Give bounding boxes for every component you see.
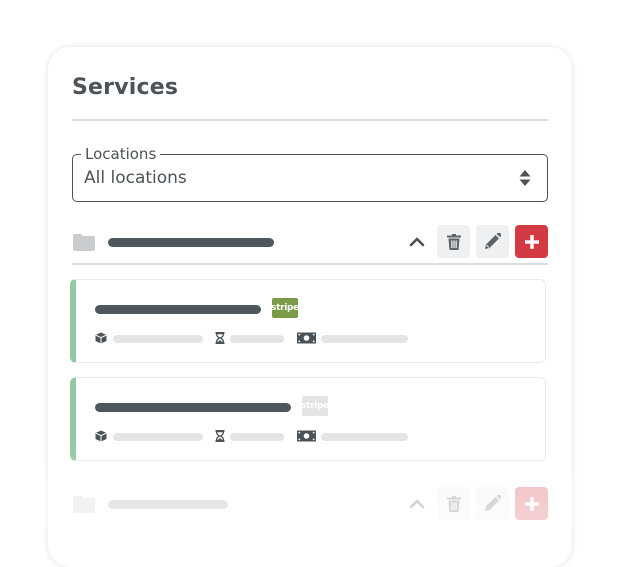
service-card[interactable]: stripe bbox=[70, 279, 546, 363]
service-name-placeholder bbox=[95, 305, 261, 314]
group-name-placeholder bbox=[108, 238, 274, 247]
duration-placeholder bbox=[230, 433, 284, 441]
stripe-badge: stripe bbox=[271, 298, 299, 318]
trash-icon bbox=[446, 495, 461, 512]
edit-group-button[interactable] bbox=[476, 487, 509, 520]
locations-value: All locations bbox=[84, 168, 187, 188]
price-placeholder bbox=[321, 433, 408, 441]
add-service-button[interactable] bbox=[515, 487, 548, 520]
money-icon bbox=[297, 430, 316, 442]
group-divider bbox=[72, 263, 548, 265]
plus-icon bbox=[524, 496, 539, 511]
hourglass-icon bbox=[215, 332, 225, 344]
box-icon bbox=[95, 332, 107, 344]
hourglass-icon bbox=[215, 430, 225, 442]
title-divider bbox=[72, 119, 548, 121]
pencil-icon bbox=[485, 495, 501, 511]
add-service-button[interactable] bbox=[515, 225, 548, 258]
plus-icon bbox=[524, 234, 539, 249]
delete-group-button[interactable] bbox=[437, 225, 470, 258]
stripe-badge: stripe bbox=[301, 396, 329, 416]
folder-icon bbox=[73, 234, 95, 251]
trash-icon bbox=[446, 233, 461, 250]
capacity-placeholder bbox=[113, 433, 203, 441]
group-name-placeholder bbox=[108, 500, 228, 509]
panel-title: Services bbox=[72, 75, 179, 100]
price-placeholder bbox=[321, 335, 408, 343]
locations-label: Locations bbox=[81, 145, 161, 163]
chevron-up-icon[interactable] bbox=[408, 495, 426, 513]
services-panel: Services Locations All locations stripe … bbox=[48, 47, 572, 567]
duration-placeholder bbox=[230, 335, 284, 343]
service-card[interactable]: stripe bbox=[70, 377, 546, 461]
box-icon bbox=[95, 430, 107, 442]
service-name-placeholder bbox=[95, 403, 291, 412]
delete-group-button[interactable] bbox=[437, 487, 470, 520]
service-group-header bbox=[72, 225, 548, 259]
pencil-icon bbox=[485, 233, 501, 249]
capacity-placeholder bbox=[113, 335, 203, 343]
money-icon bbox=[297, 332, 316, 344]
folder-icon bbox=[73, 496, 95, 513]
edit-group-button[interactable] bbox=[476, 225, 509, 258]
chevron-up-icon[interactable] bbox=[408, 233, 426, 251]
service-group-header bbox=[72, 487, 548, 521]
locations-select[interactable]: Locations All locations bbox=[72, 145, 548, 202]
sort-arrows-icon bbox=[519, 170, 531, 186]
